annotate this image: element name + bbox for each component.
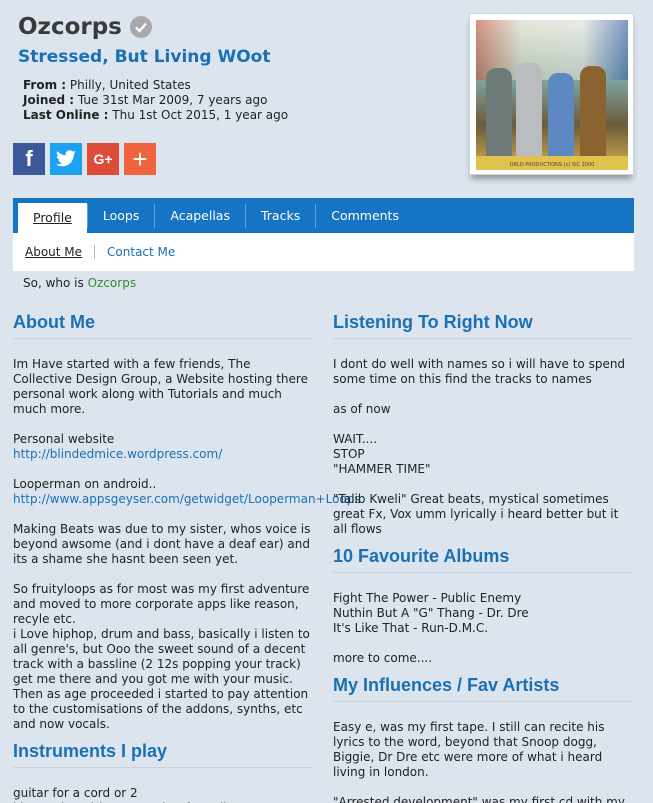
right-column: Listening To Right Now I dont do well wi…: [333, 313, 633, 803]
twitter-icon: [56, 150, 76, 167]
subnav-contact-me[interactable]: Contact Me: [95, 245, 175, 259]
albums-heading: 10 Favourite Albums: [333, 547, 633, 573]
meta-last-online: Last Online : Thu 1st Oct 2015, 1 year a…: [23, 108, 288, 122]
facebook-icon: f: [25, 146, 33, 171]
tab-tracks[interactable]: Tracks: [244, 204, 315, 228]
profile-tabs: Profile Loops Acapellas Tracks Comments: [13, 198, 634, 233]
tab-comments[interactable]: Comments: [315, 204, 414, 228]
about-paragraph-5: So fruityloops as for most was my first …: [13, 582, 310, 731]
avatar-caption: ORLD PRODUCTIONS (c) SIC 2000: [509, 162, 595, 168]
avatar-image: ORLD PRODUCTIONS (c) SIC 2000: [476, 20, 628, 170]
profile-tagline: Stressed, But Living WOot: [18, 47, 271, 67]
google-plus-icon: G+: [93, 151, 113, 167]
listening-paragraph-1: I dont do well with names so i will have…: [333, 357, 626, 386]
about-paragraph-1: Im Have started with a few friends, The …: [13, 357, 308, 416]
from-value: Philly, United States: [69, 78, 191, 92]
profile-avatar: ORLD PRODUCTIONS (c) SIC 2000: [469, 13, 634, 175]
website-label: Personal website: [13, 432, 115, 446]
username-text: Ozcorps: [18, 14, 122, 40]
influences-heading: My Influences / Fav Artists: [333, 676, 633, 702]
more-share-button[interactable]: +: [124, 143, 156, 175]
intro-name: Ozcorps: [87, 276, 137, 290]
facebook-share-button[interactable]: f: [13, 143, 45, 175]
username-heading: Ozcorps: [18, 14, 152, 40]
instruments-text: guitar for a cord or 2 i have played (at…: [13, 786, 228, 803]
about-me-heading: About Me: [13, 313, 313, 339]
profile-subnav: About Me Contact Me: [13, 233, 634, 271]
about-paragraph-4: Making Beats was due to my sister, whos …: [13, 522, 311, 566]
last-online-label: Last Online :: [23, 108, 109, 122]
intro-prefix: So, who is: [23, 276, 88, 290]
tab-acapellas[interactable]: Acapellas: [154, 204, 245, 228]
tab-loops[interactable]: Loops: [86, 204, 155, 228]
joined-label: Joined :: [23, 93, 75, 107]
subnav-about-me[interactable]: About Me: [25, 245, 96, 259]
twitter-share-button[interactable]: t: [50, 143, 82, 175]
left-column: About Me Im Have started with a few frie…: [13, 313, 361, 803]
instruments-heading: Instruments I play: [13, 742, 313, 768]
website-link[interactable]: http://blindedmice.wordpress.com/: [13, 447, 313, 462]
tab-profile[interactable]: Profile: [18, 203, 87, 233]
listening-paragraph-3: WAIT.... STOP "HAMMER TIME": [333, 432, 431, 476]
albums-list: Fight The Power - Public Enemy Nuthin Bu…: [333, 591, 529, 635]
from-label: From :: [23, 78, 67, 92]
albums-more: more to come....: [333, 651, 433, 665]
last-online-value: Thu 1st Oct 2015, 1 year ago: [112, 108, 289, 122]
android-label: Looperman on android..: [13, 477, 157, 491]
listening-heading: Listening To Right Now: [333, 313, 633, 339]
android-link[interactable]: http://www.appsgeyser.com/getwidget/Loop…: [13, 492, 361, 507]
verified-check-icon: [129, 16, 152, 38]
meta-from: From : Philly, United States: [23, 78, 191, 92]
listening-paragraph-4: "Talib Kweli" Great beats, mystical some…: [333, 492, 619, 536]
listening-paragraph-2: as of now: [333, 402, 391, 416]
joined-value: Tue 31st Mar 2009, 7 years ago: [77, 93, 268, 107]
share-buttons: f t G+ +: [13, 143, 156, 175]
meta-joined: Joined : Tue 31st Mar 2009, 7 years ago: [23, 93, 267, 107]
influences-paragraph-2: "Arrested development" was my first cd w…: [333, 795, 625, 803]
influences-paragraph-1: Easy e, was my first tape. I still can r…: [333, 720, 605, 779]
google-plus-share-button[interactable]: G+: [87, 143, 119, 175]
plus-icon: +: [132, 143, 148, 174]
intro-line: So, who is Ozcorps: [23, 276, 136, 290]
